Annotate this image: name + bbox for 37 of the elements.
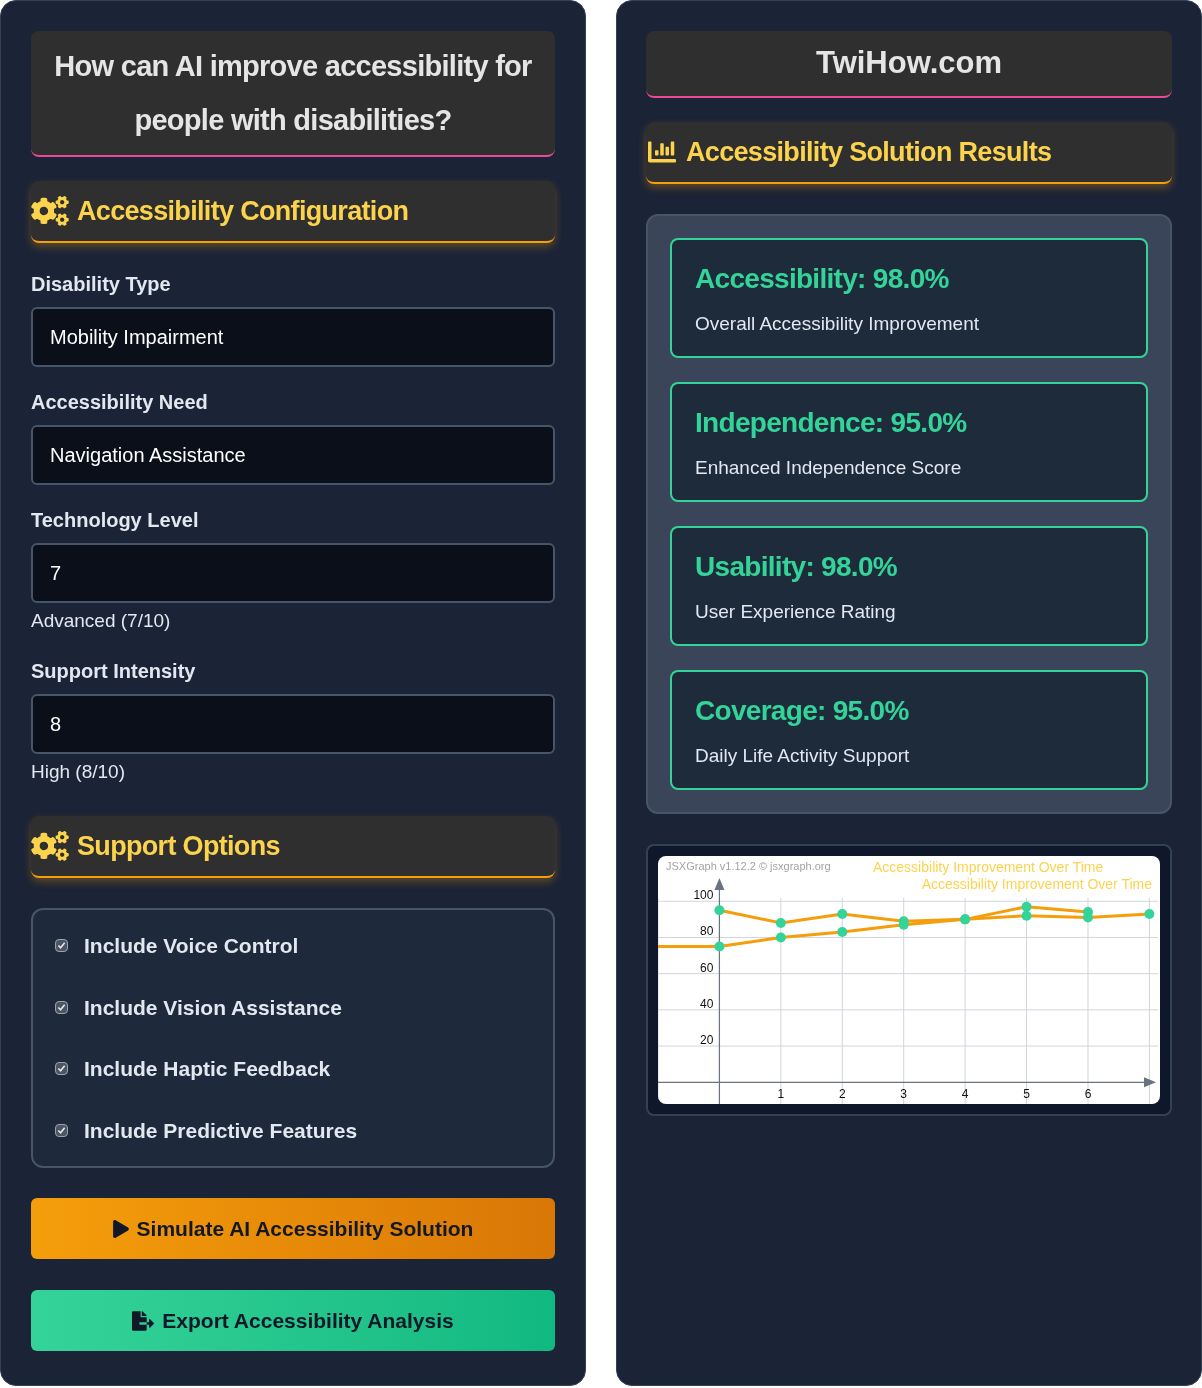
series-label: Accessibility Improvement Over Time <box>873 859 1104 875</box>
site-name: TwiHow.com <box>816 44 1002 83</box>
metric-caption: Enhanced Independence Score <box>695 455 963 480</box>
y-tick-label: 60 <box>700 960 714 975</box>
page-title: How can AI improve accessibility for people with disabilities? <box>53 49 533 138</box>
x-tick-label: 4 <box>961 1087 969 1102</box>
x-tick-label: 2 <box>838 1087 846 1102</box>
metric-value: Independence: 95.0% <box>695 405 968 440</box>
option-label: Include Voice Control <box>84 933 299 959</box>
metric-caption: User Experience Rating <box>695 599 897 624</box>
x-tick-label: 3 <box>900 1087 908 1102</box>
y-tick-label: 80 <box>700 924 714 939</box>
option-label: Include Predictive Features <box>84 1117 358 1144</box>
chart-watermark: JSXGraph v1.12.2 © jsxgraph.org <box>666 860 831 872</box>
x-tick-label: 5 <box>1023 1087 1030 1102</box>
metric-caption: Overall Accessibility Improvement <box>695 311 981 336</box>
field-label: Accessibility Need <box>31 390 209 415</box>
section-title: Support Options <box>77 829 280 863</box>
option-label: Include Vision Assistance <box>84 994 342 1021</box>
field-label: Disability Type <box>31 272 172 297</box>
metric-value: Coverage: 95.0% <box>695 693 910 728</box>
field-label: Technology Level <box>31 508 200 533</box>
x-tick-label: 1 <box>777 1087 785 1102</box>
series-label: Accessibility Improvement Over Time <box>921 876 1152 892</box>
option-label: Include Haptic Feedback <box>84 1056 331 1082</box>
section-title: Accessibility Configuration <box>77 194 409 228</box>
field-reading: High (8/10) <box>31 759 126 784</box>
metric-value: Usability: 98.0% <box>695 549 898 584</box>
field-reading: Advanced (7/10) <box>31 609 172 633</box>
metric-caption: Daily Life Activity Support <box>695 743 911 768</box>
field-label: Support Intensity <box>31 658 197 684</box>
y-tick-label: 100 <box>693 888 714 903</box>
metric-value: Accessibility: 98.0% <box>695 261 950 296</box>
x-tick-label: 6 <box>1084 1087 1092 1102</box>
y-tick-label: 40 <box>700 996 714 1011</box>
section-title: Accessibility Solution Results <box>686 135 1052 169</box>
y-tick-label: 20 <box>700 1033 714 1048</box>
